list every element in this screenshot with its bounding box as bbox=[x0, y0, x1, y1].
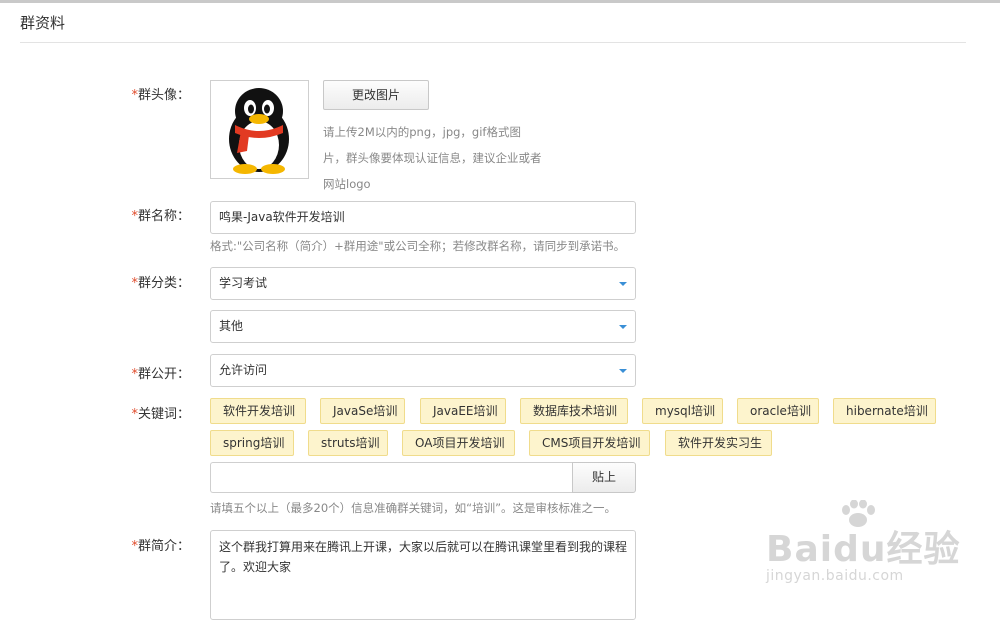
penguin-avatar-icon bbox=[229, 88, 289, 174]
intro-label-text: 群简介： bbox=[137, 539, 190, 554]
intro-label: *群简介： bbox=[110, 535, 190, 554]
keyword-tag[interactable]: mysql培训 bbox=[642, 398, 723, 424]
visibility-label-text: 群公开： bbox=[137, 367, 190, 382]
keyword-tag[interactable]: OA项目开发培训 bbox=[402, 430, 515, 456]
avatar-label-text: 群头像： bbox=[137, 88, 190, 103]
keyword-tag[interactable]: 软件开发培训 bbox=[210, 398, 306, 424]
avatar-hint: 请上传2M以内的png，jpg，gif格式图片，群头像要体现认证信息，建议企业或… bbox=[323, 125, 542, 191]
visibility-select[interactable]: 允许访问 bbox=[210, 354, 636, 387]
title-divider bbox=[20, 42, 966, 43]
category-label: *群分类： bbox=[110, 272, 190, 291]
keyword-tag[interactable]: spring培训 bbox=[210, 430, 294, 456]
chevron-down-icon bbox=[619, 282, 627, 286]
chevron-down-icon bbox=[619, 325, 627, 329]
name-label: *群名称： bbox=[110, 205, 190, 224]
keywords-label-text: 关键词： bbox=[137, 407, 190, 422]
name-label-text: 群名称： bbox=[137, 209, 190, 224]
category-primary-select[interactable]: 学习考试 bbox=[210, 267, 636, 300]
keywords-hint: 请填五个以上（最多20个）信息准确群关键词，如“培训”。这是审核标准之一。 bbox=[210, 501, 617, 515]
visibility-label: *群公开： bbox=[110, 363, 190, 382]
keyword-tag[interactable]: oracle培训 bbox=[737, 398, 819, 424]
category-secondary-select[interactable]: 其他 bbox=[210, 310, 636, 343]
avatar-label: *群头像： bbox=[110, 84, 190, 103]
top-border bbox=[0, 0, 1000, 3]
group-avatar[interactable] bbox=[210, 80, 309, 179]
keyword-tag[interactable]: 软件开发实习生 bbox=[665, 430, 772, 456]
page-title: 群资料 bbox=[20, 14, 66, 32]
watermark-brand: Baidu经验 bbox=[766, 529, 961, 570]
change-avatar-button[interactable]: 更改图片 bbox=[323, 80, 429, 110]
category-label-text: 群分类： bbox=[137, 276, 190, 291]
category-primary-value: 学习考试 bbox=[219, 276, 268, 290]
keyword-input[interactable] bbox=[210, 462, 573, 493]
keyword-tag[interactable]: hibernate培训 bbox=[833, 398, 936, 424]
name-hint: 格式:"公司名称（简介）+群用途"或公司全称；若修改群名称，请同步到承诺书。 bbox=[210, 239, 626, 253]
intro-textarea[interactable]: 这个群我打算用来在腾讯上开课，大家以后就可以在腾讯课堂里看到我的课程了。欢迎大家 bbox=[210, 530, 636, 620]
visibility-value: 允许访问 bbox=[219, 363, 268, 377]
chevron-down-icon bbox=[619, 369, 627, 373]
group-name-input[interactable]: 鸣果-Java软件开发培训 bbox=[210, 201, 636, 234]
keywords-label: *关键词： bbox=[110, 403, 190, 422]
keyword-tag[interactable]: struts培训 bbox=[308, 430, 388, 456]
keyword-tag[interactable]: 数据库技术培训 bbox=[520, 398, 628, 424]
watermark-url: jingyan.baidu.com bbox=[766, 568, 904, 584]
keyword-tag[interactable]: JavaSe培训 bbox=[320, 398, 405, 424]
category-secondary-value: 其他 bbox=[219, 319, 244, 333]
paste-button[interactable]: 贴上 bbox=[572, 462, 636, 493]
keyword-tag[interactable]: JavaEE培训 bbox=[420, 398, 506, 424]
keyword-tag[interactable]: CMS项目开发培训 bbox=[529, 430, 650, 456]
baidu-watermark: Baidu经验 jingyan.baidu.com bbox=[766, 500, 966, 590]
